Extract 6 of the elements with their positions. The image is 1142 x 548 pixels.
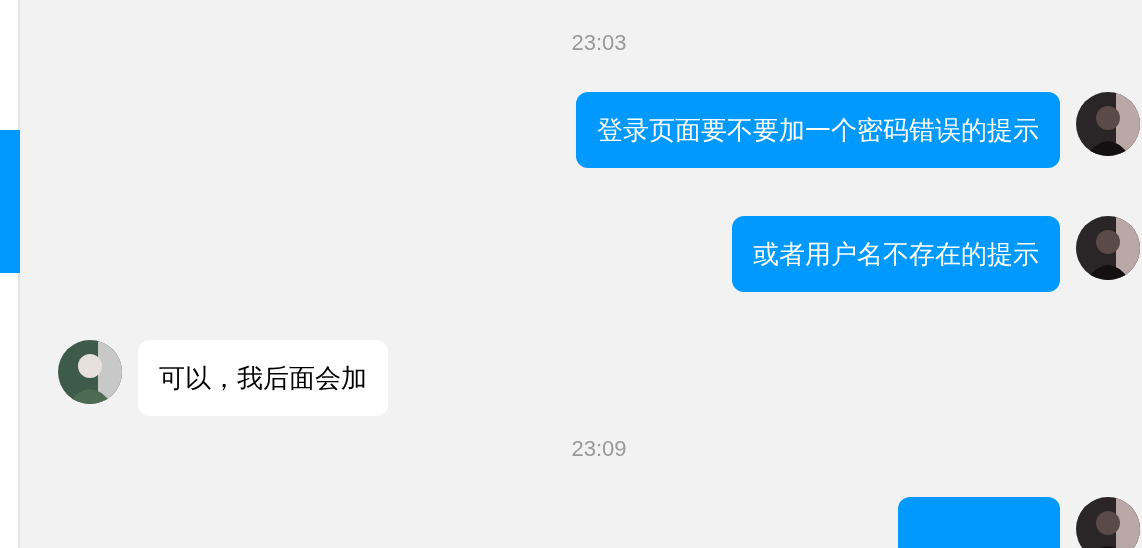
timestamp: 23:09 bbox=[571, 436, 627, 462]
message-bubble: 或者用户名不存在的提示 bbox=[732, 216, 1060, 292]
avatar[interactable] bbox=[1076, 497, 1140, 548]
timestamp: 23:03 bbox=[571, 30, 627, 56]
message-bubble: 可以，我后面会加 bbox=[138, 340, 388, 416]
message-bubble: 登录页面要不要加一个密码错误的提示 bbox=[576, 92, 1060, 168]
